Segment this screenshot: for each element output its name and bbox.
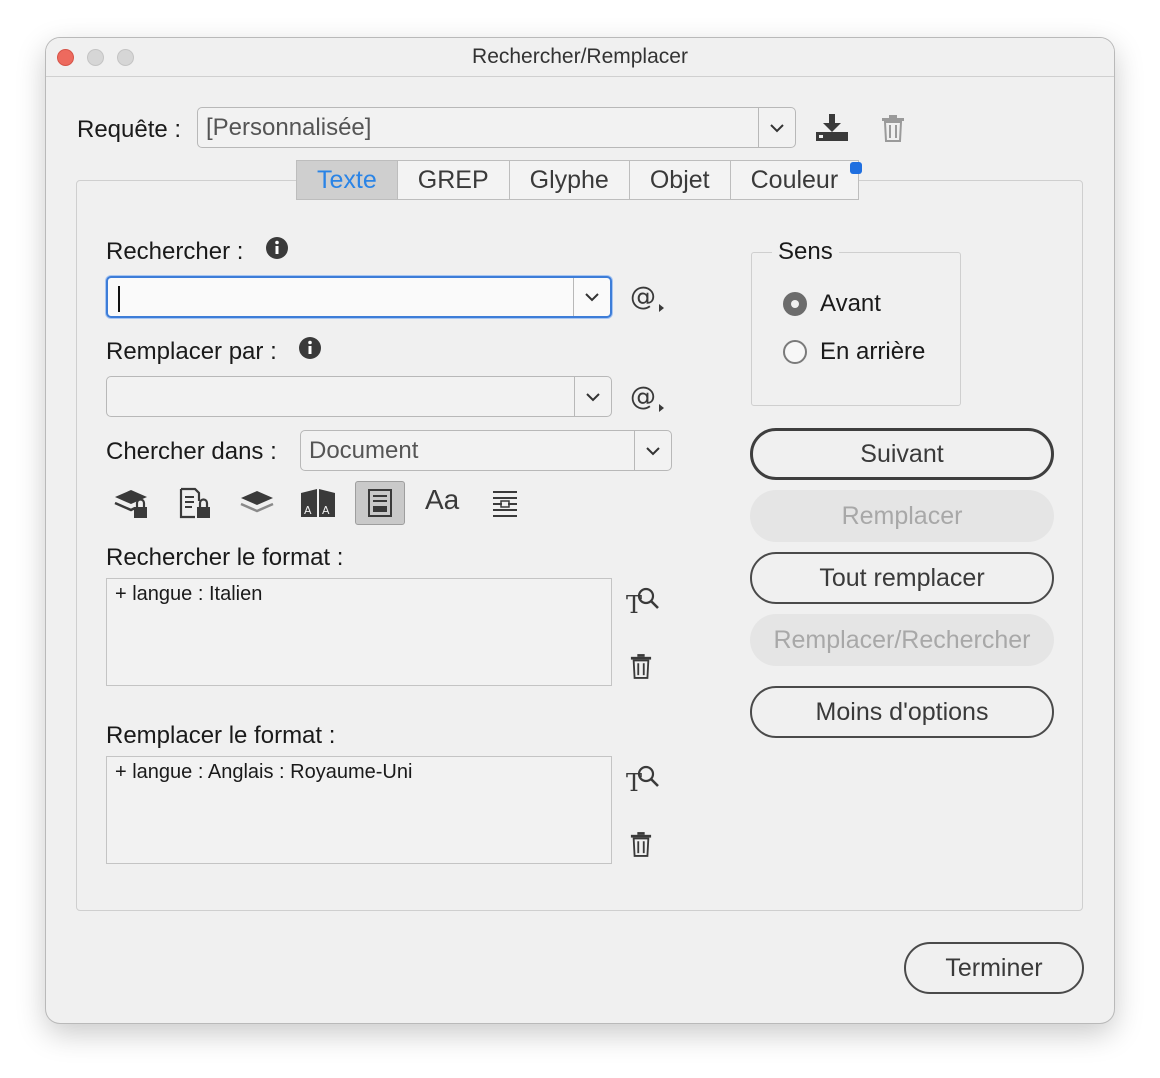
scope-label: Chercher dans : [106,438,277,465]
locked-stories-icon[interactable] [176,484,216,524]
tab-couleur[interactable]: Couleur [730,160,860,200]
radio-avant-label[interactable]: Avant [820,290,881,318]
query-select[interactable]: [Personnalisée] [197,107,796,148]
replace-input[interactable] [106,376,612,417]
tab-badge [850,162,862,174]
svg-text:@: @ [630,283,656,312]
locked-layers-icon[interactable] [112,484,152,524]
chevron-down-icon[interactable] [758,108,795,147]
chevron-down-icon[interactable] [573,278,610,316]
query-label: Requête : [77,116,182,143]
change-format-label: Remplacer le format : [106,722,336,749]
search-label: Rechercher : [106,238,244,265]
replace-find-button[interactable]: Remplacer/Rechercher [750,614,1054,666]
master-pages-icon[interactable]: A A [298,484,338,524]
trash-icon[interactable] [621,646,661,686]
radio-avant[interactable] [783,292,807,316]
text-caret [118,286,120,312]
trash-icon[interactable] [873,108,913,148]
find-format-box[interactable]: + langue : Italien [106,578,612,686]
footnotes-icon[interactable] [355,481,405,525]
tab-glyphe[interactable]: Glyphe [509,160,630,200]
radio-en-arriere[interactable] [783,340,807,364]
download-icon[interactable] [812,108,852,148]
tab-bar: Texte GREP Glyphe Objet Couleur [296,160,860,200]
find-format-value: + langue : Italien [115,583,263,605]
tab-grep[interactable]: GREP [397,160,510,200]
tab-objet[interactable]: Objet [629,160,731,200]
title-bar: Rechercher/Remplacer [46,38,1114,77]
info-icon[interactable] [298,336,322,365]
text-format-magnifier-icon[interactable]: T [622,580,662,620]
search-input[interactable] [106,276,612,318]
direction-title: Sens [772,238,839,266]
fewer-options-button[interactable]: Moins d'options [750,686,1054,738]
radio-en-arriere-label[interactable]: En arrière [820,338,925,366]
change-format-value: + langue : Anglais : Royaume-Uni [115,761,413,783]
window-title: Rechercher/Remplacer [472,45,688,68]
change-format-box[interactable]: + langue : Anglais : Royaume-Uni [106,756,612,864]
scope-select[interactable]: Document [300,430,672,471]
scope-value: Document [309,437,419,464]
info-icon[interactable] [265,236,289,265]
at-menu-icon[interactable]: @ [630,282,666,318]
chevron-down-icon[interactable] [634,431,671,470]
whole-word-icon[interactable] [485,484,525,524]
chevron-down-icon[interactable] [574,377,611,416]
find-change-dialog: Rechercher/Remplacer Requête : [Personna… [46,38,1114,1023]
hidden-layers-icon[interactable] [237,484,277,524]
done-button[interactable]: Terminer [904,942,1084,994]
text-format-magnifier-icon[interactable]: T [622,758,662,798]
tab-texte[interactable]: Texte [296,160,398,200]
at-menu-icon[interactable]: @ [630,382,666,418]
case-sensitive-icon[interactable]: Aa [425,484,459,516]
replace-label: Remplacer par : [106,338,277,365]
trash-icon[interactable] [621,824,661,864]
replace-button[interactable]: Remplacer [750,490,1054,542]
next-button[interactable]: Suivant [750,428,1054,480]
svg-text:@: @ [630,383,656,412]
find-format-label: Rechercher le format : [106,544,344,571]
svg-text:A: A [322,504,330,517]
svg-text:A: A [304,504,312,517]
replace-all-button[interactable]: Tout remplacer [750,552,1054,604]
query-value: [Personnalisée] [206,114,372,141]
direction-group [751,252,961,406]
